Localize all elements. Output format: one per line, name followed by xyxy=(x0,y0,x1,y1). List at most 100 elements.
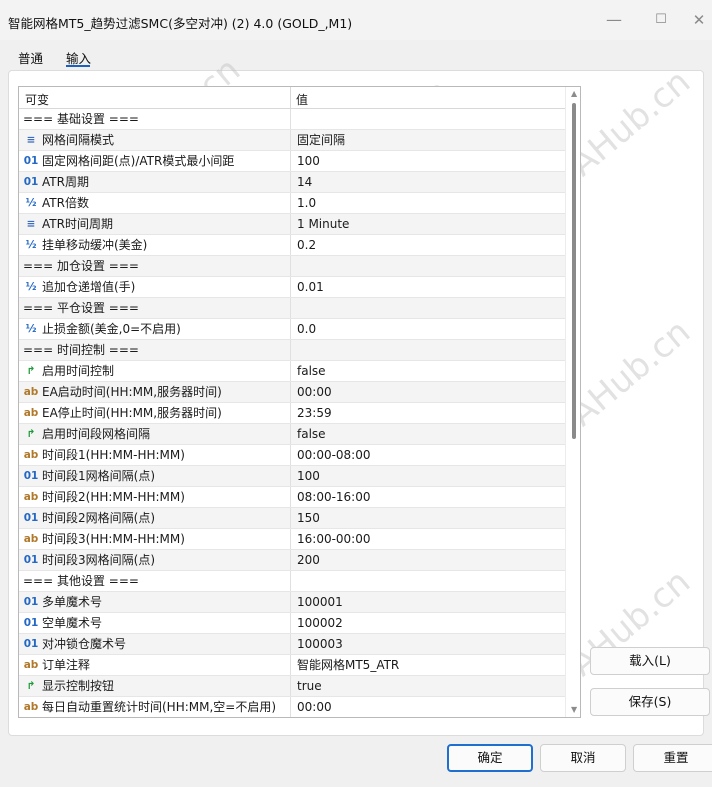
parameter-row[interactable]: ab 时间段2(HH:MM-HH:MM) 08:00-16:00 xyxy=(19,487,565,508)
inputs-table: 可变 值 === 基础设置 === ≡ 网格间隔模式 固定间隔 01 固定网格间距(点)/… xyxy=(18,86,581,718)
parameter-value-cell[interactable]: false xyxy=(290,424,565,444)
string-icon: ab xyxy=(23,407,39,419)
parameter-value-cell[interactable]: 150 xyxy=(290,508,565,528)
parameter-row[interactable]: ½ 追加仓递增值(手) 0.01 xyxy=(19,277,565,298)
tab-general[interactable]: 普通 xyxy=(18,48,43,67)
section-header-row[interactable]: === 其他设置 === xyxy=(19,571,565,592)
parameter-value-cell[interactable]: 00:00 xyxy=(290,697,565,717)
double-icon: ½ xyxy=(25,281,37,293)
save-button[interactable]: 保存(S) xyxy=(590,688,710,716)
parameter-value-cell[interactable]: false xyxy=(290,361,565,381)
parameter-row[interactable]: 01 空单魔术号 100002 xyxy=(19,613,565,634)
parameter-name: 每日自动重置统计时间(HH:MM,空=不启用) xyxy=(42,700,277,714)
integer-icon: 01 xyxy=(23,617,39,629)
cancel-button[interactable]: 取消 xyxy=(540,744,626,772)
boolean-icon: ↱ xyxy=(26,680,36,692)
parameter-value-cell[interactable]: true xyxy=(290,676,565,696)
parameter-value-cell[interactable]: 23:59 xyxy=(290,403,565,423)
scroll-thumb[interactable] xyxy=(572,103,576,439)
parameter-name: 显示控制按钮 xyxy=(42,679,115,693)
parameter-row[interactable]: ↱ 启用时间段网格间隔 false xyxy=(19,424,565,445)
vertical-scrollbar[interactable]: ▲ ▼ xyxy=(565,87,580,717)
parameter-value-cell[interactable]: 100002 xyxy=(290,613,565,633)
parameter-value-cell[interactable]: 固定间隔 xyxy=(290,130,565,150)
parameter-name: 固定网格间距(点)/ATR模式最小间距 xyxy=(42,154,235,168)
parameter-value-cell[interactable]: 00:00-08:00 xyxy=(290,445,565,465)
parameter-row[interactable]: ½ 止损金额(美金,0=不启用) 0.0 xyxy=(19,319,565,340)
parameter-value-cell[interactable]: 0.2 xyxy=(290,235,565,255)
parameter-value-cell[interactable]: 0.0 xyxy=(290,319,565,339)
parameter-name-cell: 01 多单魔术号 xyxy=(19,592,290,612)
parameter-row[interactable]: ↱ 启用时间控制 false xyxy=(19,361,565,382)
parameter-name-cell: 01 ATR周期 xyxy=(19,172,290,192)
parameter-row[interactable]: 01 时间段2网格间隔(点) 150 xyxy=(19,508,565,529)
parameter-row[interactable]: 01 ATR周期 14 xyxy=(19,172,565,193)
parameter-value-cell xyxy=(290,256,565,276)
parameter-value-cell[interactable]: 智能网格MT5_ATR xyxy=(290,655,565,675)
section-header-row[interactable]: === 加仓设置 === xyxy=(19,256,565,277)
section-header-row[interactable]: === 时间控制 === xyxy=(19,340,565,361)
parameter-value-cell[interactable]: 200 xyxy=(290,550,565,570)
parameter-value-cell[interactable]: 100001 xyxy=(290,592,565,612)
parameter-name-cell: ab 时间段2(HH:MM-HH:MM) xyxy=(19,487,290,507)
ok-button[interactable]: 确定 xyxy=(447,744,533,772)
close-button[interactable]: ✕ xyxy=(686,8,712,32)
parameter-name: ATR倍数 xyxy=(42,196,89,210)
parameter-row[interactable]: ab 订单注释 智能网格MT5_ATR xyxy=(19,655,565,676)
parameter-row[interactable]: 01 多单魔术号 100001 xyxy=(19,592,565,613)
column-header-value[interactable]: 值 xyxy=(296,91,308,108)
parameter-value-cell[interactable]: 100 xyxy=(290,151,565,171)
parameter-value-cell[interactable]: 0.01 xyxy=(290,277,565,297)
parameter-value-cell[interactable]: 00:00 xyxy=(290,382,565,402)
parameter-value-cell[interactable]: 14 xyxy=(290,172,565,192)
parameter-row[interactable]: 01 对冲锁仓魔术号 100003 xyxy=(19,634,565,655)
parameter-row[interactable]: ab EA启动时间(HH:MM,服务器时间) 00:00 xyxy=(19,382,565,403)
string-icon: ab xyxy=(23,533,39,545)
parameter-row[interactable]: 01 固定网格间距(点)/ATR模式最小间距 100 xyxy=(19,151,565,172)
parameter-name-cell: ab 时间段3(HH:MM-HH:MM) xyxy=(19,529,290,549)
parameter-name-cell: 01 空单魔术号 xyxy=(19,613,290,633)
maximize-button[interactable]: ☐ xyxy=(641,8,681,32)
parameter-value-cell[interactable]: 08:00-16:00 xyxy=(290,487,565,507)
parameter-row[interactable]: 01 时间段3网格间隔(点) 200 xyxy=(19,550,565,571)
parameter-row[interactable]: ↱ 显示控制按钮 true xyxy=(19,676,565,697)
scroll-up-arrow-icon[interactable]: ▲ xyxy=(571,89,577,98)
parameter-name: EA停止时间(HH:MM,服务器时间) xyxy=(42,406,222,420)
column-header-variable[interactable]: 可变 xyxy=(25,91,49,108)
parameter-name: EA启动时间(HH:MM,服务器时间) xyxy=(42,385,222,399)
parameter-value-cell[interactable]: 16:00-00:00 xyxy=(290,529,565,549)
parameter-name: ATR周期 xyxy=(42,175,89,189)
parameter-row[interactable]: ½ 挂单移动缓冲(美金) 0.2 xyxy=(19,235,565,256)
parameter-value-cell[interactable]: 100 xyxy=(290,466,565,486)
window-title: 智能网格MT5_趋势过滤SMC(多空对冲) (2) 4.0 (GOLD_,M1) xyxy=(8,16,353,31)
parameter-name-cell: ≡ 网格间隔模式 xyxy=(19,130,290,150)
parameter-name: === 时间控制 === xyxy=(23,343,139,357)
parameter-row[interactable]: ≡ ATR时间周期 1 Minute xyxy=(19,214,565,235)
integer-icon: 01 xyxy=(23,470,39,482)
enum-icon: ≡ xyxy=(26,218,36,230)
parameter-row[interactable]: ≡ 网格间隔模式 固定间隔 xyxy=(19,130,565,151)
parameter-name-cell: ≡ ATR时间周期 xyxy=(19,214,290,234)
section-header-row[interactable]: === 平仓设置 === xyxy=(19,298,565,319)
parameter-value-cell[interactable]: 1 Minute xyxy=(290,214,565,234)
section-header-row[interactable]: === 基础设置 === xyxy=(19,109,565,130)
minimize-button[interactable]: — xyxy=(594,8,634,32)
parameter-row[interactable]: ab 时间段3(HH:MM-HH:MM) 16:00-00:00 xyxy=(19,529,565,550)
parameter-row[interactable]: ½ ATR倍数 1.0 xyxy=(19,193,565,214)
scroll-down-arrow-icon[interactable]: ▼ xyxy=(571,705,577,714)
column-divider[interactable] xyxy=(290,87,291,109)
parameter-row[interactable]: ab 每日自动重置统计时间(HH:MM,空=不启用) 00:00 xyxy=(19,697,565,717)
parameter-value-cell[interactable]: 100003 xyxy=(290,634,565,654)
string-icon: ab xyxy=(23,659,39,671)
parameter-name-cell: ↱ 显示控制按钮 xyxy=(19,676,290,696)
parameter-row[interactable]: ab EA停止时间(HH:MM,服务器时间) 23:59 xyxy=(19,403,565,424)
parameter-row[interactable]: 01 时间段1网格间隔(点) 100 xyxy=(19,466,565,487)
reset-button[interactable]: 重置 xyxy=(633,744,712,772)
boolean-icon: ↱ xyxy=(26,428,36,440)
integer-icon: 01 xyxy=(23,512,39,524)
parameter-name-cell: ab 每日自动重置统计时间(HH:MM,空=不启用) xyxy=(19,697,290,717)
string-icon: ab xyxy=(23,449,39,461)
parameter-row[interactable]: ab 时间段1(HH:MM-HH:MM) 00:00-08:00 xyxy=(19,445,565,466)
parameter-value-cell[interactable]: 1.0 xyxy=(290,193,565,213)
load-button[interactable]: 载入(L) xyxy=(590,647,710,675)
